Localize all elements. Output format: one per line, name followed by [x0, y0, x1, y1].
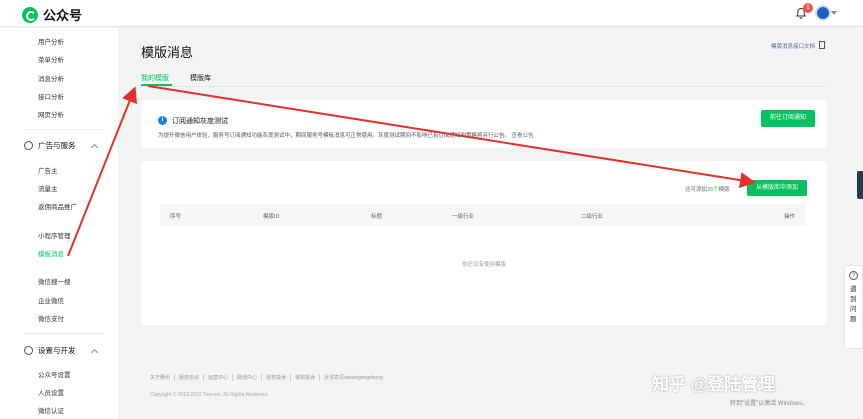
column-header-title: 标题 [371, 214, 383, 220]
notice-title: 订阅通知灰度测试 [172, 118, 228, 125]
sidebar-item-advertiser[interactable]: 广告主 [38, 165, 58, 175]
notice-link[interactable]: 查看公告 [512, 133, 534, 139]
chevron-up-icon[interactable] [90, 348, 99, 357]
notice-text: 为提升微信用户体验，服务号订阅通知功能灰度测试中，期间服务号模板消息可正常使用。… [158, 133, 511, 139]
top-bar: 公众号 1 [0, 0, 863, 27]
tab-template-library[interactable]: 模版库 [190, 73, 211, 83]
sidebar-item-api-analysis[interactable]: 接口分析 [38, 91, 64, 101]
sidebar-divider [24, 333, 104, 334]
sidebar-group-label: 广告与服务 [38, 141, 76, 150]
help-label: 遇到问题 [850, 286, 857, 323]
tab-divider [141, 86, 827, 87]
sidebar-divider [24, 129, 104, 130]
logo-text: 公众号 [43, 8, 83, 23]
sidebar-item-wechat-pay[interactable]: 微信支付 [38, 313, 64, 323]
sidebar-item-wechat-search[interactable]: 微信搜一搜 [38, 276, 71, 286]
quota-text: 还可添加25个模版 [685, 185, 730, 193]
sidebar: 用户分析 菜单分析 消息分析 接口分析 网页分析 广告与服务 广告主 流量主 返… [0, 28, 118, 419]
sidebar-item-menu-analysis[interactable]: 菜单分析 [38, 54, 64, 64]
footer-link[interactable]: 侵权投诉 [262, 374, 292, 381]
goto-subscription-button[interactable]: 前往订阅通知 [761, 110, 815, 127]
help-float-button[interactable]: ? 遇到问题 [844, 265, 863, 349]
quota-suffix: 模版 [718, 187, 730, 193]
watermark: 知乎 @登陆管理 [652, 375, 776, 394]
gear-icon [24, 346, 33, 355]
footer-link[interactable]: 运营中心 [204, 374, 234, 381]
sidebar-item-member-settings[interactable]: 人员设置 [38, 387, 64, 397]
page-title: 模版消息 [141, 45, 194, 60]
notification-badge: 1 [803, 3, 813, 13]
empty-state-text: 你还没有使用模版 [461, 262, 506, 268]
sidebar-item-web-analysis[interactable]: 网页分析 [38, 109, 64, 119]
sidebar-item-miniprogram[interactable]: 小程序管理 [38, 230, 71, 240]
column-header-primary-industry: 一级行业 [452, 214, 475, 220]
chevron-down-icon[interactable] [831, 11, 837, 15]
edge-panel-tab[interactable] [857, 171, 863, 199]
sidebar-group-settings[interactable]: 设置与开发 [24, 345, 76, 356]
sidebar-item-verification[interactable]: 微信认证 [38, 405, 64, 415]
document-icon[interactable] [819, 41, 825, 49]
column-header-actions: 操作 [784, 214, 796, 220]
column-header-template-id: 模版ID [263, 214, 280, 220]
quota-number: 25个 [707, 187, 719, 193]
sidebar-item-template-message[interactable]: 模板消息 [38, 248, 64, 258]
sidebar-item-user-analysis[interactable]: 用户分析 [38, 36, 64, 46]
template-table-card: 还可添加25个模版 从模版库中添加 序号 模版ID 标题 一级行业 二级行业 操… [141, 161, 827, 325]
chevron-up-icon[interactable] [90, 143, 99, 152]
notice-card: i 订阅通知灰度测试 为提升微信用户体验，服务号订阅通知功能灰度测试中，期间服务… [141, 100, 827, 148]
footer-link[interactable]: 关于腾讯 [150, 374, 176, 381]
table-header: 序号 模版ID 标题 一级行业 二级行业 操作 [160, 204, 806, 226]
logo[interactable]: 公众号 [22, 5, 82, 24]
sidebar-item-product-promo[interactable]: 返佣商品推广 [38, 201, 77, 211]
footer-link[interactable]: 服务协议 [175, 374, 205, 381]
avatar[interactable] [815, 5, 831, 21]
sidebar-group-ads[interactable]: 广告与服务 [24, 140, 76, 151]
sidebar-group-label: 设置与开发 [38, 346, 76, 355]
question-icon: ? [849, 271, 858, 280]
quota-prefix: 还可添加 [685, 187, 708, 193]
copyright: Copyright © 2012-2022 Tencent. All Right… [150, 392, 269, 398]
wechat-logo-icon [22, 6, 38, 23]
column-header-secondary-industry: 二级行业 [581, 214, 604, 220]
footer-link[interactable]: 反馈意见weixingongzhong [320, 374, 387, 381]
sidebar-item-wecom[interactable]: 企业微信 [38, 295, 64, 305]
footer-links: 关于腾讯 服务协议 运营中心 辟谣中心 侵权投诉 侵权投诉 反馈意见weixin… [150, 374, 387, 381]
sidebar-item-publisher[interactable]: 流量主 [38, 183, 58, 193]
footer-link[interactable]: 侵权投诉 [291, 374, 321, 381]
footer-link[interactable]: 辟谣中心 [233, 374, 263, 381]
add-from-library-button[interactable]: 从模版库中添加 [747, 180, 807, 196]
tab-my-templates[interactable]: 我的模版 [141, 73, 169, 83]
api-doc-link[interactable]: 模版消息接口文档 [771, 42, 815, 50]
info-icon: i [158, 116, 167, 125]
column-header-index: 序号 [170, 214, 182, 220]
sidebar-item-account-settings[interactable]: 公众号设置 [38, 369, 71, 379]
ads-service-icon [24, 141, 33, 150]
windows-activation-text: 转到"设置"以激活 Windows。 [730, 401, 809, 407]
sidebar-item-message-analysis[interactable]: 消息分析 [38, 73, 64, 83]
notice-description: 为提升微信用户体验，服务号订阅通知功能灰度测试中，期间服务号模板消息可正常使用。… [158, 131, 534, 139]
